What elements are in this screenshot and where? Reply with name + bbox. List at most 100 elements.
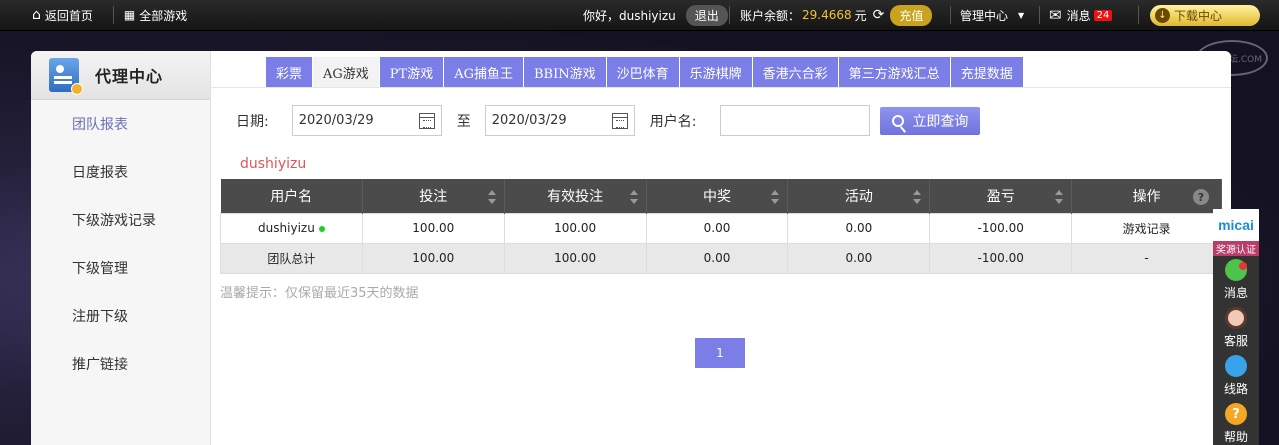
start-date-field[interactable]: 2020/03/29 [291, 105, 442, 136]
cell-total-activity: 0.00 [787, 242, 931, 274]
username-input[interactable] [720, 105, 871, 136]
sidebar-item-label: 下级管理 [72, 261, 128, 277]
sidebar-item-sub-management[interactable]: 下级管理 [31, 244, 210, 292]
tab-deposit-withdraw-data[interactable]: 充提数据 [950, 57, 1023, 87]
tab-lottery[interactable]: 彩票 [266, 57, 313, 87]
recharge-button[interactable]: 充值 [890, 4, 933, 26]
sidebar-title: 代理中心 [95, 67, 164, 86]
sidebar-menu: 团队报表 日度报表 下级游戏记录 下级管理 注册下级 推广链接 [31, 100, 210, 388]
floating-sidebar: micai 奖源认证 消息 客服 线路 ? 帮助 [1213, 209, 1259, 445]
cell-total-valid-bets: 100.00 [503, 242, 647, 274]
game-records-link[interactable]: 游戏记录 [1071, 212, 1222, 244]
query-button[interactable]: 立即查询 [880, 106, 981, 135]
sidebar-item-label: 团队报表 [72, 117, 128, 133]
download-center-button[interactable]: ↓ 下载中心 [1150, 5, 1260, 26]
question-icon: ? [1225, 403, 1247, 425]
retention-tip: 温馨提示：仅保留最近35天的数据 [220, 286, 419, 301]
all-games-label: 全部游戏 [139, 8, 188, 23]
calendar-icon[interactable] [611, 112, 628, 129]
column-header-activity[interactable]: 活动 [787, 179, 931, 213]
float-support-button[interactable]: 客服 [1213, 304, 1259, 352]
micai-logo: micai [1213, 209, 1259, 241]
query-button-label: 立即查询 [912, 113, 969, 130]
column-header-username: 用户名 [220, 179, 363, 213]
online-status-dot [318, 225, 325, 232]
calendar-icon[interactable] [418, 112, 435, 129]
balance-label: 账户余额： [740, 8, 801, 23]
table-header-row: 用户名 投注 有效投注 中奖 活动 盈亏 操作? [220, 179, 1222, 213]
column-header-valid-bets[interactable]: 有效投注 [504, 179, 647, 213]
sidebar-item-register-sub[interactable]: 注册下级 [31, 292, 210, 340]
divider [112, 6, 114, 24]
tab-underline [211, 87, 1231, 88]
header-label: 有效投注 [547, 188, 604, 205]
sort-icon[interactable] [487, 190, 496, 204]
table-row: dushiyizu 100.00 100.00 0.00 0.00 -100.0… [220, 212, 1222, 244]
date-label: 日期: [236, 113, 269, 130]
top-bar: ⌂ 返回首页 ▦ 全部游戏 你好，dushiyizu 退出 账户余额： 29.4… [0, 0, 1279, 31]
float-help-button[interactable]: ? 帮助 [1213, 400, 1259, 445]
tab-third-party-summary[interactable]: 第三方游戏汇总 [838, 57, 950, 87]
float-item-label: 帮助 [1223, 430, 1248, 444]
sidebar: 代理中心 团队报表 日度报表 下级游戏记录 下级管理 注册下级 推广链接 [31, 51, 211, 445]
sort-icon[interactable] [629, 190, 638, 204]
tab-hk-mark-six[interactable]: 香港六合彩 [752, 57, 838, 87]
sidebar-item-label: 日度报表 [72, 165, 128, 181]
manage-center-label: 管理中心 [960, 8, 1009, 23]
sort-icon[interactable] [771, 190, 780, 204]
sort-icon[interactable] [1055, 190, 1064, 204]
float-messages-button[interactable]: 消息 [1213, 256, 1259, 304]
sidebar-item-promo-link[interactable]: 推广链接 [31, 340, 210, 388]
cell-text: dushiyizu [258, 221, 315, 235]
balance-unit: 元 [854, 8, 867, 23]
logout-button[interactable]: 退出 [685, 4, 728, 26]
header-label: 操作 [1132, 188, 1161, 205]
divider [950, 6, 951, 24]
column-header-bets[interactable]: 投注 [362, 179, 505, 213]
cell-total-bets: 100.00 [361, 242, 505, 274]
sort-icon[interactable] [913, 190, 922, 204]
header-label: 投注 [419, 188, 448, 205]
header-label: 用户名 [270, 188, 313, 205]
refresh-icon[interactable]: ⟳ [873, 7, 885, 23]
help-icon[interactable]: ? [1193, 189, 1209, 205]
envelope-icon: ✉ [1049, 6, 1062, 24]
current-user-label: dushiyizu [240, 156, 307, 172]
tab-bbin-games[interactable]: BBIN游戏 [524, 57, 606, 87]
tab-pt-games[interactable]: PT游戏 [379, 57, 444, 87]
messages-link[interactable]: ✉ 消息 24 [1049, 6, 1113, 24]
coin-icon [71, 83, 83, 95]
divider [1039, 6, 1040, 24]
sidebar-header: 代理中心 [31, 51, 210, 100]
sidebar-item-daily-report[interactable]: 日度报表 [31, 148, 210, 196]
all-games-link[interactable]: ▦ 全部游戏 [124, 7, 187, 24]
float-lines-button[interactable]: 线路 [1213, 352, 1259, 400]
tab-ag-games[interactable]: AG游戏 [313, 57, 379, 87]
home-link[interactable]: ⌂ 返回首页 [32, 7, 93, 24]
tab-saba-sports[interactable]: 沙巴体育 [606, 57, 679, 87]
cell-bets: 100.00 [361, 212, 505, 244]
divider [1138, 6, 1139, 24]
tab-leyou-chess[interactable]: 乐游棋牌 [679, 57, 752, 87]
greeting-text: 你好，dushiyizu [583, 8, 676, 23]
sidebar-item-team-report[interactable]: 团队报表 [31, 100, 210, 148]
support-agent-icon [1225, 307, 1247, 329]
end-date-field[interactable]: 2020/03/29 [484, 105, 635, 136]
sidebar-item-label: 推广链接 [72, 357, 128, 373]
float-item-label: 消息 [1223, 286, 1248, 300]
greeting: 你好，dushiyizu 退出 [583, 4, 728, 26]
search-icon [892, 114, 905, 127]
notification-dot [1239, 262, 1247, 270]
column-header-winnings[interactable]: 中奖 [646, 179, 789, 213]
manage-center-menu[interactable]: 管理中心 ▼ [960, 7, 1024, 24]
agent-card-icon [49, 58, 83, 95]
sidebar-item-label: 注册下级 [72, 309, 128, 325]
balance-value: 29.4668 [802, 8, 852, 22]
column-header-profit-loss[interactable]: 盈亏 [929, 179, 1073, 213]
sidebar-item-sub-game-records[interactable]: 下级游戏记录 [31, 196, 210, 244]
game-tabs: 彩票 AG游戏 PT游戏 AG捕鱼王 BBIN游戏 沙巴体育 乐游棋牌 香港六合… [266, 57, 1024, 87]
cell-total-winnings: 0.00 [645, 242, 789, 274]
float-item-label: 客服 [1223, 334, 1248, 348]
tab-ag-fishing[interactable]: AG捕鱼王 [444, 57, 523, 87]
page-button-1[interactable]: 1 [695, 338, 745, 368]
